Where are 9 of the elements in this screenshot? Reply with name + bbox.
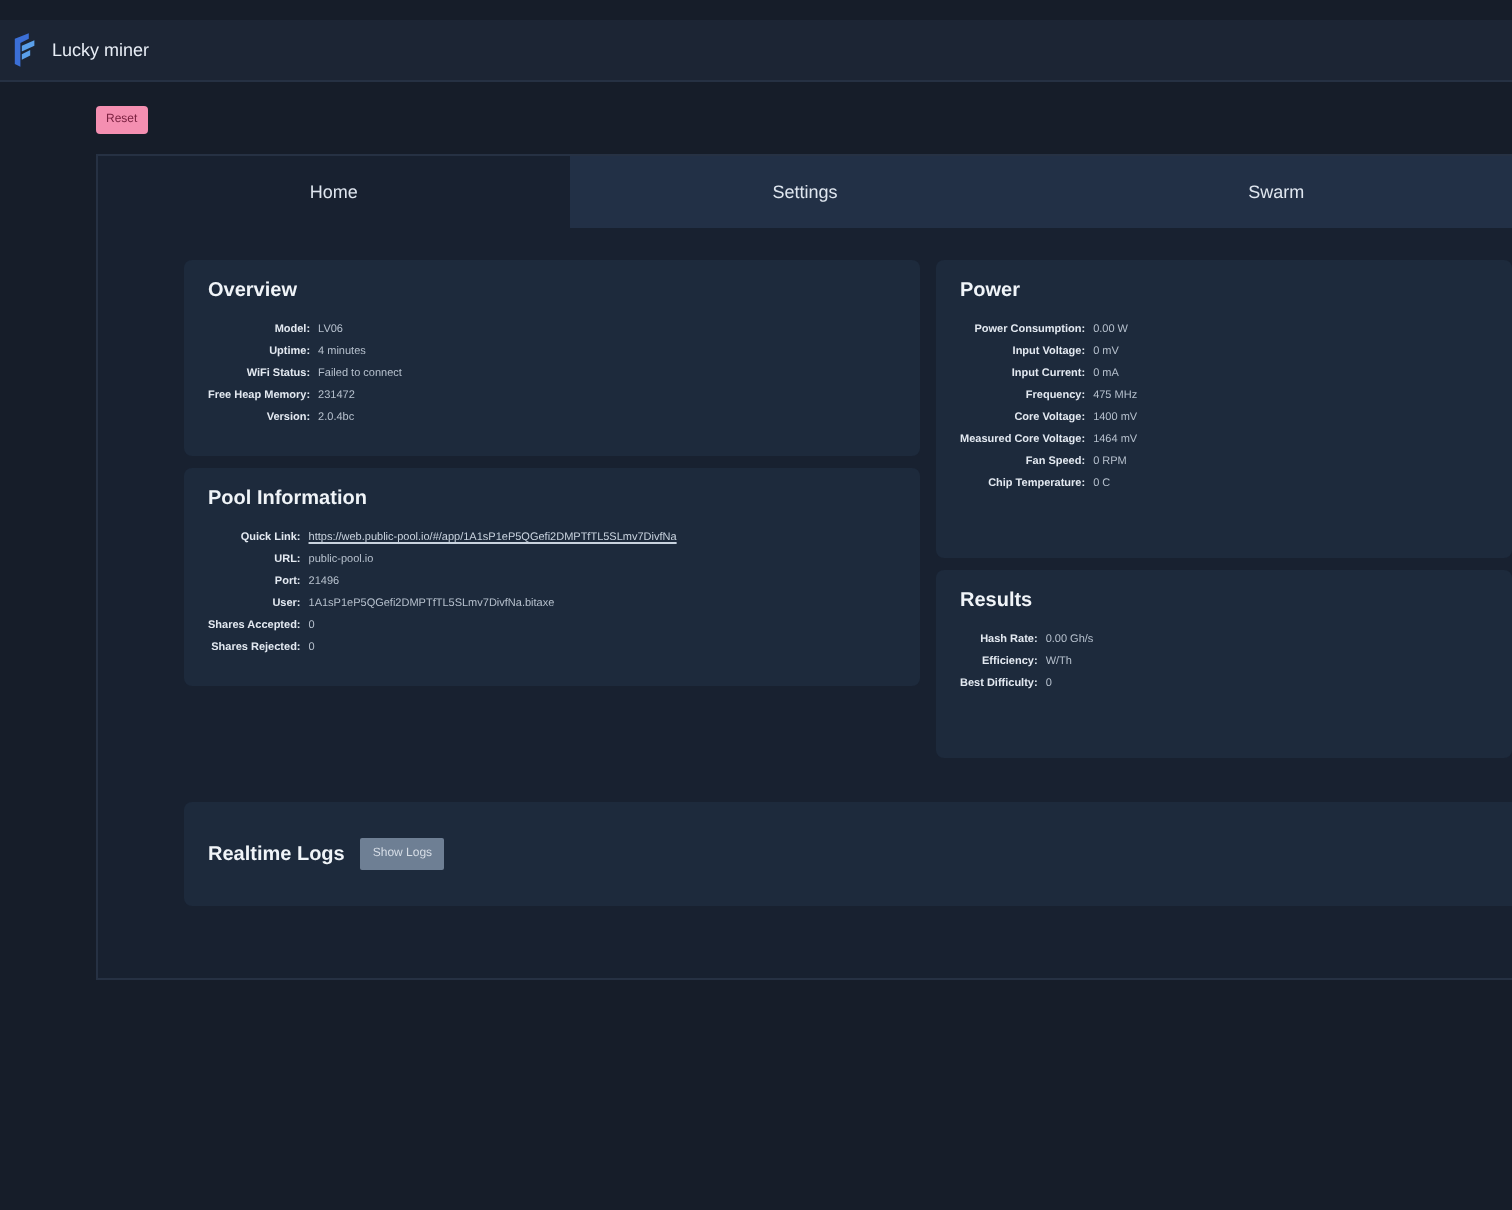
tab[interactable]: Swarm — [1040, 156, 1512, 228]
card-title: Realtime Logs — [208, 843, 345, 865]
app-title: Lucky miner — [52, 40, 150, 60]
logo-icon — [12, 32, 40, 68]
card-title: Power — [960, 280, 1023, 302]
tab[interactable]: Settings — [569, 156, 1041, 228]
card-title: Results — [960, 590, 1035, 612]
card-title: Pool Information — [208, 488, 369, 510]
card-title: Overview — [208, 280, 299, 302]
